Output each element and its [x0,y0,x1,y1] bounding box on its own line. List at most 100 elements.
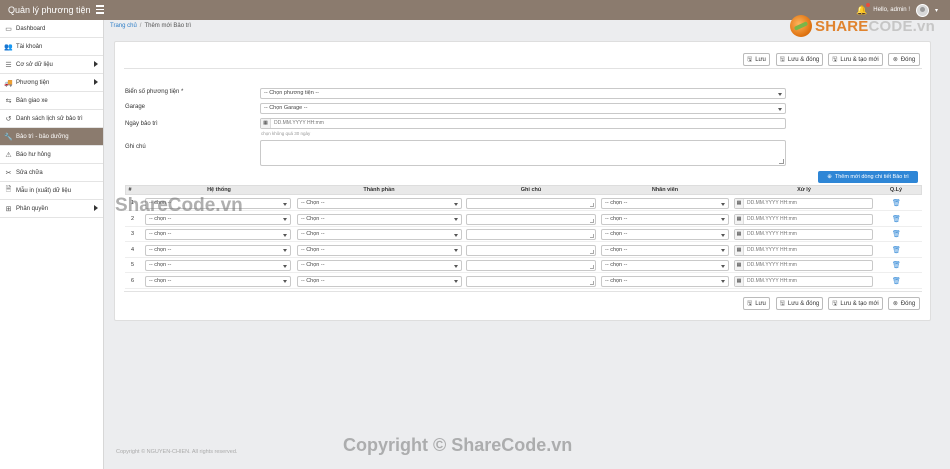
file-icon: 🗎 [5,186,12,193]
row-number: 4 [131,246,135,253]
breadcrumb-home[interactable]: Trang chủ [110,23,137,29]
sidebar-item-0[interactable]: ▭ Dashboard [0,20,103,38]
handled-date-input[interactable]: ▦ DD.MM.YYYY HH:mm [734,198,873,209]
system-select[interactable]: -- chọn -- [145,244,291,256]
plate-label: Biển số phương tiện * [125,89,184,95]
row-note-textarea[interactable] [466,275,596,287]
trash-icon[interactable]: 🗑 [892,199,901,207]
garage-select[interactable]: -- Chọn Garage -- [260,103,786,114]
sharecode-logo: SHARECODE.vn [790,12,935,40]
handled-date-input[interactable]: ▦ DD.MM.YYYY HH:mm [734,260,873,271]
system-select[interactable]: -- chọn -- [145,198,291,209]
resize-grip-icon[interactable] [590,249,594,254]
component-select[interactable]: -- Chọn -- [297,213,462,225]
system-select[interactable]: -- chọn -- [145,260,291,271]
sidebar-item-6[interactable]: 🔧 Bảo trì - bảo dưỡng [0,128,103,146]
resize-grip-icon[interactable] [590,265,594,269]
row-number: 5 [131,262,135,268]
logo-text: SHARECODE.vn [815,17,935,35]
sidebar-item-3[interactable]: 🚚 Phương tiện [0,74,103,92]
sidebar-item-8[interactable]: ✂ Sửa chữa [0,164,103,182]
staff-select[interactable]: -- chọn -- [601,198,729,209]
row-note-textarea[interactable] [466,260,596,271]
app-title[interactable]: Quản lý phương tiện [0,0,104,20]
sidebar-item-label: Danh sách lịch sử bảo trì [16,115,83,122]
row-note-textarea[interactable] [466,198,596,209]
sidebar-item-10[interactable]: ⊞ Phân quyền [0,200,103,218]
sidebar-item-2[interactable]: ☰ Cơ sở dữ liệu [0,56,103,74]
system-select[interactable]: -- chọn -- [145,275,291,287]
component-select[interactable]: -- Chọn -- [297,244,462,256]
sidebar-item-7[interactable]: ⚠ Báo hư hỏng [0,146,103,164]
th-action: Q.Lý [889,187,903,193]
save-button[interactable]: 🖫 Lưu [743,53,770,66]
row-note-textarea[interactable] [466,244,596,256]
notification-dot [866,2,871,7]
save-new-button-bottom[interactable]: 🖫 Lưu & tạo mới [828,297,883,310]
add-detail-row-button[interactable]: ⊕ Thêm mới dòng chi tiết Bảo trì [818,171,918,183]
floppy-icon: 🖫 [747,56,753,63]
sidebar-item-label: Dashboard [16,25,46,32]
resize-grip-icon[interactable] [590,234,594,238]
sidebar-item-1[interactable]: 👥 Tài khoản [0,38,103,56]
resize-grip-icon[interactable] [779,159,784,164]
th-note: Ghi chú [520,187,542,193]
sidebar-item-label: Bàn giao xe [16,97,48,104]
system-select[interactable]: -- chọn -- [145,213,291,225]
date-placeholder: DD.MM.YYYY HH:mm [747,277,797,284]
calendar-icon: ▦ [735,230,744,239]
trash-icon[interactable]: 🗑 [892,230,901,238]
save-close-button[interactable]: 🖫 Lưu & đóng [776,53,823,66]
date-placeholder: DD.MM.YYYY HH:mm [747,200,797,206]
form-card: 🖫 Lưu 🖫 Lưu & đóng 🖫 Lưu & tạo mới ⊗ Đóng Bi… [114,41,931,321]
handled-date-input[interactable]: ▦ DD.MM.YYYY HH:mm [734,244,873,256]
maintenance-date-input[interactable]: ▦ DD.MM.YYYY HH:mm [260,118,786,129]
watermark-bottom: Copyright © ShareCode.vn [343,435,573,455]
handled-date-input[interactable]: ▦ DD.MM.YYYY HH:mm [734,229,873,240]
handled-date-input[interactable]: ▦ DD.MM.YYYY HH:mm [734,275,873,287]
save-button-bottom[interactable]: 🖫 Lưu [743,297,770,310]
breadcrumb-current: Thêm mới Bảo trì [144,23,192,29]
trash-icon[interactable]: 🗑 [892,277,901,285]
resize-grip-icon[interactable] [590,203,594,207]
row-note-textarea[interactable] [466,213,596,225]
staff-select[interactable]: -- chọn -- [601,244,729,256]
breadcrumb: Trang chủ / Thêm mới Bảo trì [110,20,191,33]
close-circle-icon: ⊗ [892,301,898,307]
row-note-textarea[interactable] [466,229,596,240]
calendar-icon: ▦ [735,214,744,224]
component-select[interactable]: -- Chọn -- [297,229,462,240]
sidebar: ▭ Dashboard 👥 Tài khoản ☰ Cơ sở dữ liệu 🚚 Phươn… [0,20,104,469]
save-close-button-bottom[interactable]: 🖫 Lưu & đóng [776,297,823,310]
trash-icon[interactable]: 🗑 [892,246,901,254]
component-select[interactable]: -- Chọn -- [297,198,462,209]
staff-select[interactable]: -- chọn -- [601,229,729,240]
sidebar-item-5[interactable]: ↺ Danh sách lịch sử bảo trì [0,110,103,128]
plate-select[interactable]: -- Chọn phương tiện -- [260,88,786,99]
table-row: 6 -- chọn -- -- Chọn -- -- chọn -- ▦ DD.MM.YY… [125,274,922,289]
menu-toggle-icon[interactable] [96,5,104,14]
staff-select[interactable]: -- chọn -- [601,275,729,287]
handled-date-input[interactable]: ▦ DD.MM.YYYY HH:mm [734,213,873,225]
staff-select[interactable]: -- chọn -- [601,213,729,225]
resize-grip-icon[interactable] [590,218,594,223]
resize-grip-icon[interactable] [590,280,594,285]
component-select[interactable]: -- Chọn -- [297,275,462,287]
sidebar-item-9[interactable]: 🗎 Mẫu in (xuất) dữ liệu [0,182,103,200]
chevron-down-icon[interactable]: ▾ [935,7,938,14]
trash-icon[interactable]: 🗑 [892,261,901,269]
system-select[interactable]: -- chọn -- [145,229,291,240]
monitor-icon: ▭ [5,25,12,33]
floppy-icon: 🖫 [779,300,785,307]
sidebar-item-label: Cơ sở dữ liệu [16,61,53,68]
close-button[interactable]: ⊗ Đóng [888,53,920,66]
trash-icon[interactable]: 🗑 [892,215,901,223]
close-button-bottom[interactable]: ⊗ Đóng [888,297,920,310]
sidebar-item-4[interactable]: ⇆ Bàn giao xe [0,92,103,110]
staff-select[interactable]: -- chọn -- [601,260,729,271]
component-select[interactable]: -- Chọn -- [297,260,462,271]
note-textarea[interactable] [260,140,786,166]
save-new-button[interactable]: 🖫 Lưu & tạo mới [828,53,883,66]
save-label: Lưu [755,300,766,307]
footer-copyright: Copyright © NGUYEN-CHIEN. All rights res… [116,449,238,455]
